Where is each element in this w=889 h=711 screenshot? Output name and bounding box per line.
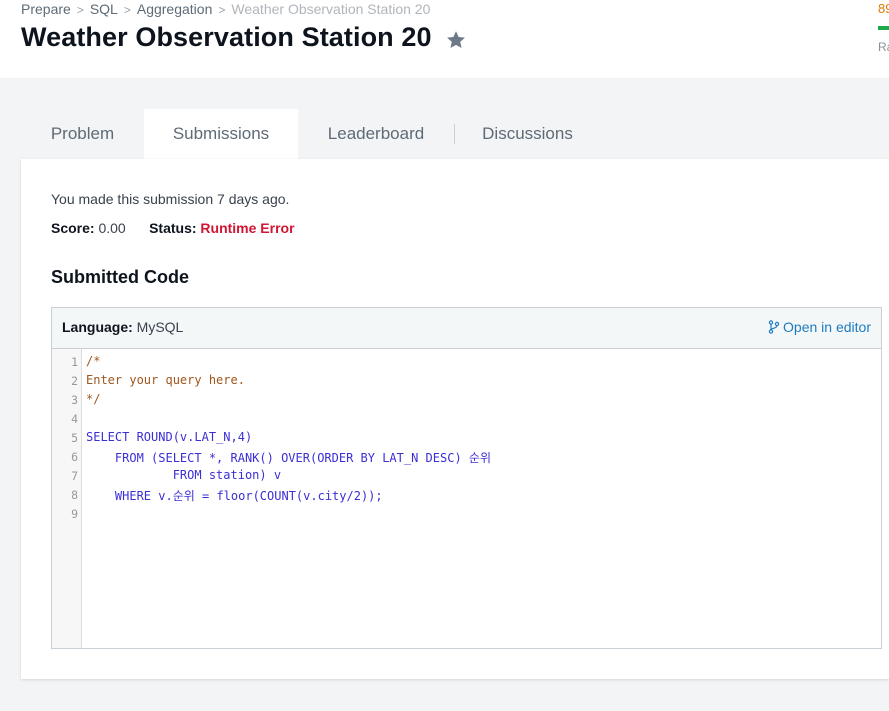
tab-submissions[interactable]: Submissions [144, 109, 298, 159]
tab-discussions[interactable]: Discussions [455, 109, 600, 159]
score-value: 0.00 [98, 220, 126, 236]
code-line: WHERE v.순위 = floor(COUNT(v.city/2)); [86, 489, 383, 503]
tab-leaderboard[interactable]: Leaderboard [298, 109, 454, 159]
line-number: 3 [71, 393, 78, 407]
line-number: 9 [71, 507, 78, 521]
progress-bar [878, 26, 889, 30]
page-title: Weather Observation Station 20 [21, 22, 432, 52]
code-line: FROM station) v [86, 468, 282, 482]
language-label: Language: [62, 319, 133, 335]
line-number: 1 [71, 355, 78, 369]
line-number-gutter: 1 2 3 4 5 6 7 8 9 [52, 349, 82, 648]
breadcrumb-item-current: Weather Observation Station 20 [231, 1, 431, 17]
code-line: */ [86, 392, 101, 406]
line-number: 6 [71, 450, 78, 464]
breadcrumb-item-prepare[interactable]: Prepare [21, 1, 71, 17]
line-number: 7 [71, 469, 78, 483]
rank-label-partial: Ra [878, 40, 889, 54]
tab-problem[interactable]: Problem [21, 109, 144, 159]
star-icon[interactable] [445, 29, 467, 51]
open-in-editor-link[interactable]: Open in editor [768, 319, 871, 335]
status-value: Runtime Error [200, 220, 295, 236]
breadcrumb-item-aggregation[interactable]: Aggregation [137, 1, 213, 17]
submitted-code-heading: Submitted Code [51, 267, 189, 287]
code-line: FROM (SELECT *, RANK() OVER(ORDER BY LAT… [86, 451, 491, 465]
score-label: Score: [51, 220, 95, 236]
breadcrumb-item-sql[interactable]: SQL [90, 1, 118, 17]
code-header: Language: MySQL Open in editor [52, 308, 881, 349]
branch-icon [768, 320, 780, 334]
submission-message: You made this submission 7 days ago. [51, 191, 290, 207]
language-indicator: Language: MySQL [62, 319, 183, 335]
chevron-right-icon: > [218, 3, 226, 17]
code-line: SELECT ROUND(v.LAT_N,4) [86, 430, 253, 444]
score-value-partial: 89 [878, 1, 889, 16]
line-number: 8 [71, 488, 78, 502]
code-viewer: Language: MySQL Open in editor 1 2 3 4 5… [51, 307, 882, 649]
score-status-line: Score: 0.00 Status: Runtime Error [51, 220, 295, 236]
code-line: /* [86, 354, 101, 368]
code-line: Enter your query here. [86, 373, 245, 387]
line-number: 5 [71, 431, 78, 445]
breadcrumb: Prepare > SQL > Aggregation > Weather Observat… [21, 1, 430, 17]
chevron-right-icon: > [123, 3, 131, 17]
top-header: Prepare > SQL > Aggregation > Weather Observat… [0, 0, 889, 78]
line-number: 4 [71, 412, 78, 426]
chevron-right-icon: > [76, 3, 84, 17]
status-label: Status: [149, 220, 197, 236]
line-number: 2 [71, 374, 78, 388]
language-value: MySQL [136, 319, 184, 335]
open-in-editor-label: Open in editor [783, 319, 871, 335]
